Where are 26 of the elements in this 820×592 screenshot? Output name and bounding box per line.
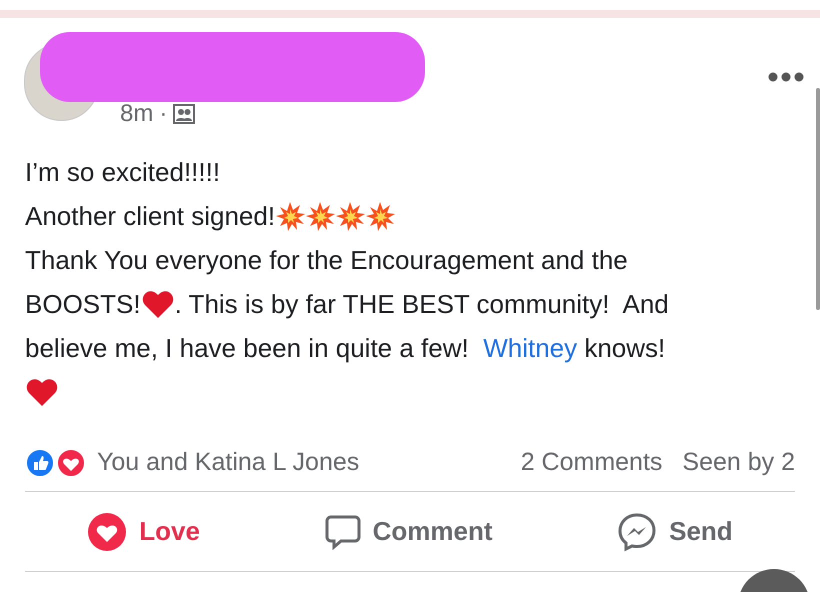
post-text: Thank You everyone for the Encouragement and the [25,244,628,276]
heart-icon [25,376,59,408]
post-text: . This is by far THE BEST community! And [174,288,669,320]
post-text: knows! [583,332,666,364]
burst-icon [335,201,366,231]
love-button[interactable]: Love [87,512,200,552]
comment-button[interactable]: Comment [324,512,492,551]
separator: · [159,99,168,129]
post-text: I’m so excited!!!!! [25,156,220,188]
burst-icon [365,201,396,231]
group-icon [173,104,196,124]
mention-link[interactable]: Whitney [483,328,578,368]
post-time: 8m [120,99,154,129]
post-text: Another client signed! [25,200,276,232]
send-button[interactable]: Send [617,512,733,552]
post-text: BOOSTS! [25,288,141,320]
post-text: believe me, I have been in quite a few! [25,332,470,364]
seen-by[interactable]: Seen by 2 [682,444,795,482]
messenger-icon [617,512,658,552]
burst-icon [275,201,306,231]
heart-icon [140,288,175,320]
reactions-summary[interactable]: You and Katina L Jones [97,444,360,482]
comments-count[interactable]: 2 Comments [520,444,662,482]
more-options-icon[interactable] [768,72,804,82]
burst-icon [305,201,336,231]
comment-icon [324,514,361,550]
